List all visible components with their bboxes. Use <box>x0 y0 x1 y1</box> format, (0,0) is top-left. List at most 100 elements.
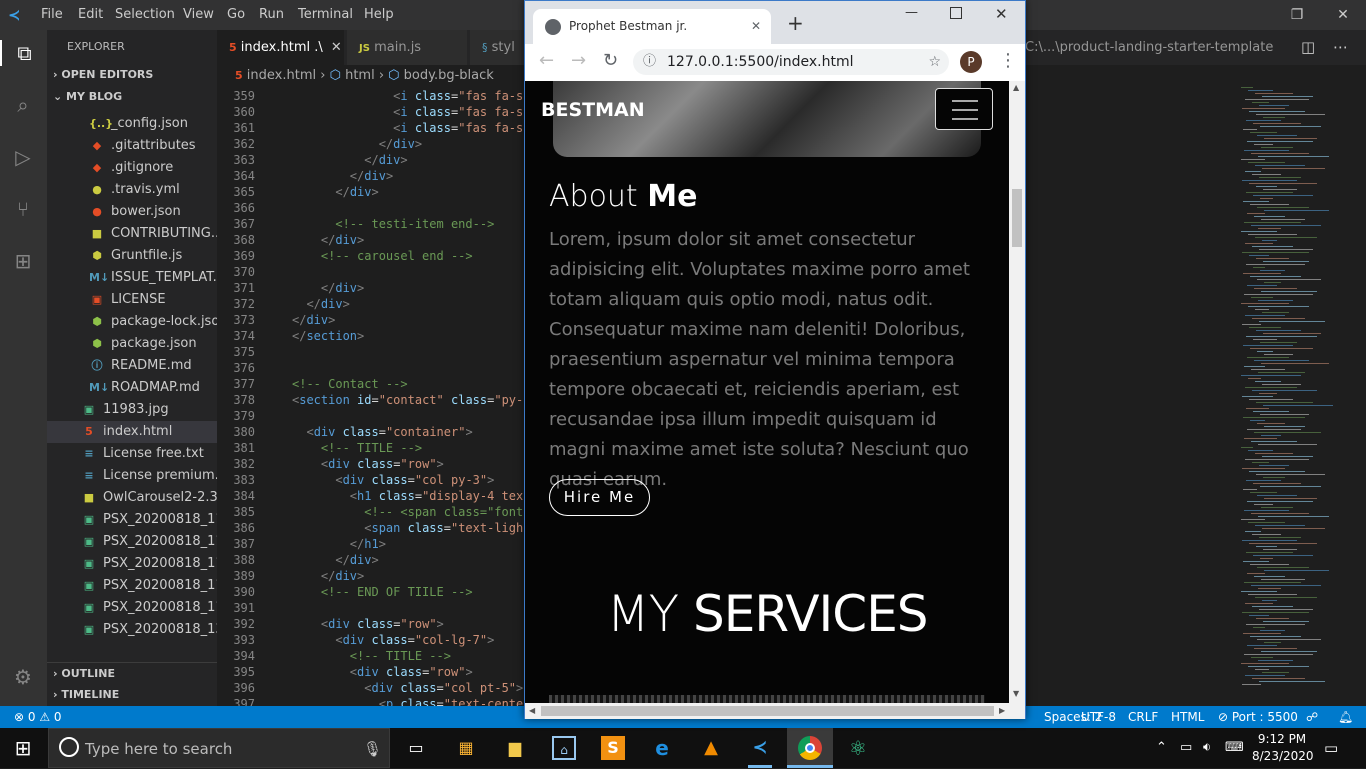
minimap[interactable] <box>1237 87 1362 706</box>
menu-go[interactable]: Go <box>227 0 245 30</box>
code-line[interactable]: </div> <box>292 280 364 296</box>
vscode-taskbar-icon[interactable]: ≺ <box>748 736 772 760</box>
file-item[interactable]: {..}_config.json <box>47 113 217 135</box>
new-tab-icon[interactable]: + <box>787 11 804 35</box>
eol-status[interactable]: CRLF <box>1128 706 1158 728</box>
close-icon[interactable]: ✕ <box>1320 0 1366 30</box>
code-line[interactable]: <div class="col py-3"> <box>292 472 494 488</box>
menu-edit[interactable]: Edit <box>78 0 103 30</box>
file-item[interactable]: ≡ License free.txt <box>47 443 217 465</box>
code-line[interactable]: </div> <box>292 184 378 200</box>
browser-tab[interactable]: Prophet Bestman jr. ✕ <box>533 9 771 44</box>
code-editor[interactable]: 359 <i class="fas fa-st 360 <i class="fas… <box>217 87 527 706</box>
menu-help[interactable]: Help <box>364 0 394 30</box>
action-center-icon[interactable]: ▭ <box>1324 728 1338 768</box>
volume-icon[interactable]: 🔉︎ <box>1203 728 1211 768</box>
code-line[interactable]: </div> <box>292 568 364 584</box>
settings-gear-icon[interactable]: ⚙ <box>10 664 36 690</box>
address-bar[interactable]: ⓘ 127.0.0.1:5500/index.html ☆ <box>633 49 949 75</box>
problems-indicator[interactable]: ⊗ 0 ⚠ 0 <box>14 706 62 728</box>
code-line[interactable]: </div> <box>292 136 422 152</box>
timeline-section[interactable]: › TIMELINE <box>47 684 217 706</box>
live-server-port[interactable]: ⊘ Port : 5500 <box>1218 706 1298 728</box>
code-line[interactable]: <!-- Contact --> <box>292 376 408 392</box>
forward-arrow-icon[interactable]: → <box>571 50 586 71</box>
sublime-text-icon[interactable]: S <box>601 736 625 760</box>
edge-browser-icon[interactable]: e <box>650 736 674 760</box>
task-view-icon[interactable]: ▭ <box>404 736 428 760</box>
profile-avatar[interactable]: P <box>960 51 982 73</box>
code-line[interactable]: <h1 class="display-4 text-c <box>292 488 527 504</box>
split-editor-icon[interactable]: ◫ <box>1301 30 1315 65</box>
code-line[interactable]: <i class="fas fa-st <box>292 88 527 104</box>
menu-run[interactable]: Run <box>259 0 284 30</box>
code-line[interactable]: </section> <box>292 328 364 344</box>
navbar-brand[interactable]: BESTMAN <box>541 99 645 121</box>
code-line[interactable]: <div class="col-lg-7"> <box>292 632 494 648</box>
code-line[interactable]: <!-- TITLE --> <box>292 648 451 664</box>
breadcrumb-file[interactable]: index.html <box>247 68 316 83</box>
file-item[interactable]: M↓ ISSUE_TEMPLAT... <box>47 267 217 289</box>
code-line[interactable]: <i class="fas fa-st <box>292 104 527 120</box>
scroll-up-icon[interactable]: ▲ <box>1013 83 1019 92</box>
file-item[interactable]: ⓘ README.md <box>47 355 217 377</box>
encoding-status[interactable]: UTF-8 <box>1081 706 1116 728</box>
windows-start-icon[interactable]: ⊞ <box>11 736 35 760</box>
notifications-bell-icon[interactable]: 🔔︎ <box>1338 706 1353 728</box>
scrollbar-thumb[interactable] <box>541 706 994 716</box>
network-icon[interactable]: ⌨ <box>1225 728 1244 768</box>
clock[interactable]: 9:12 PM 8/23/2020 <box>1252 731 1314 765</box>
code-line[interactable]: <!-- carousel end --> <box>292 248 473 264</box>
page-horizontal-scrollbar[interactable]: ◀ ▶ <box>525 703 1025 719</box>
explorer-icon[interactable]: ⧉ <box>0 40 47 66</box>
project-section[interactable]: ⌄ MY BLOG <box>47 86 217 108</box>
code-line[interactable]: </div> <box>292 552 378 568</box>
code-line[interactable]: </div> <box>292 168 393 184</box>
tab-index-html[interactable]: 5 index.html .\ ✕ <box>217 30 344 65</box>
code-line[interactable]: <div class="row"> <box>292 664 473 680</box>
file-item[interactable]: ▣ PSX_20200818_13... <box>47 619 217 641</box>
atom-app-icon[interactable]: ⚛ <box>846 736 870 760</box>
file-item[interactable]: ▣ PSX_20200818_11... <box>47 531 217 553</box>
code-line[interactable]: <i class="fas fa-st <box>292 120 527 136</box>
code-line[interactable]: <!-- <span class="font-we <box>292 504 527 520</box>
code-line[interactable]: </h1> <box>292 536 386 552</box>
minimize-icon[interactable]: — <box>905 5 918 20</box>
file-item[interactable]: ■ OwlCarousel2-2.3.... <box>47 487 217 509</box>
code-line[interactable]: <!-- END OF TIILE --> <box>292 584 473 600</box>
menu-view[interactable]: View <box>183 0 214 30</box>
tab-styles[interactable]: § styl <box>470 30 530 65</box>
scrollbar-thumb[interactable] <box>1012 189 1022 247</box>
battery-icon[interactable]: ▭ <box>1180 728 1192 768</box>
language-status[interactable]: HTML <box>1171 706 1204 728</box>
file-item[interactable]: ▣ PSX_20200818_11... <box>47 553 217 575</box>
code-line[interactable]: <section id="contact" class="py-3 m <box>292 392 527 408</box>
maximize-icon[interactable] <box>950 7 962 19</box>
menu-terminal[interactable]: Terminal <box>298 0 353 30</box>
code-line[interactable]: <div class="row"> <box>292 616 444 632</box>
code-line[interactable]: <span class="text-light f <box>292 520 527 536</box>
tab-close-icon[interactable]: ✕ <box>331 40 342 55</box>
breadcrumb-html[interactable]: html <box>345 68 375 83</box>
file-item[interactable]: M↓ ROADMAP.md <box>47 377 217 399</box>
file-item[interactable]: 5 index.html <box>47 421 217 443</box>
app-icon[interactable]: ⌂ <box>552 736 576 760</box>
chrome-menu-icon[interactable]: ⋮ <box>999 50 1017 71</box>
restore-icon[interactable]: ❐ <box>1274 0 1320 30</box>
tab-close-icon[interactable]: ✕ <box>751 9 761 44</box>
code-line[interactable]: <div class="row"> <box>292 456 444 472</box>
scroll-down-icon[interactable]: ▼ <box>1013 689 1019 698</box>
file-item[interactable]: ⬢ package-lock.json <box>47 311 217 333</box>
search-icon[interactable]: ⌕ <box>10 92 36 118</box>
menu-selection[interactable]: Selection <box>115 0 175 30</box>
file-item[interactable]: ◆ .gitignore <box>47 157 217 179</box>
vlc-icon[interactable]: ▲ <box>699 736 723 760</box>
code-line[interactable]: </div> <box>292 232 364 248</box>
breadcrumb-body[interactable]: body.bg-black <box>404 68 494 83</box>
code-line[interactable]: </div> <box>292 296 349 312</box>
file-item[interactable]: ▣ PSX_20200818_11... <box>47 597 217 619</box>
code-line[interactable]: <p class="text-center l <box>292 696 527 706</box>
menu-file[interactable]: File <box>41 0 63 30</box>
source-control-icon[interactable]: ⑂ <box>10 196 36 222</box>
file-item[interactable]: ■ CONTRIBUTING.... <box>47 223 217 245</box>
